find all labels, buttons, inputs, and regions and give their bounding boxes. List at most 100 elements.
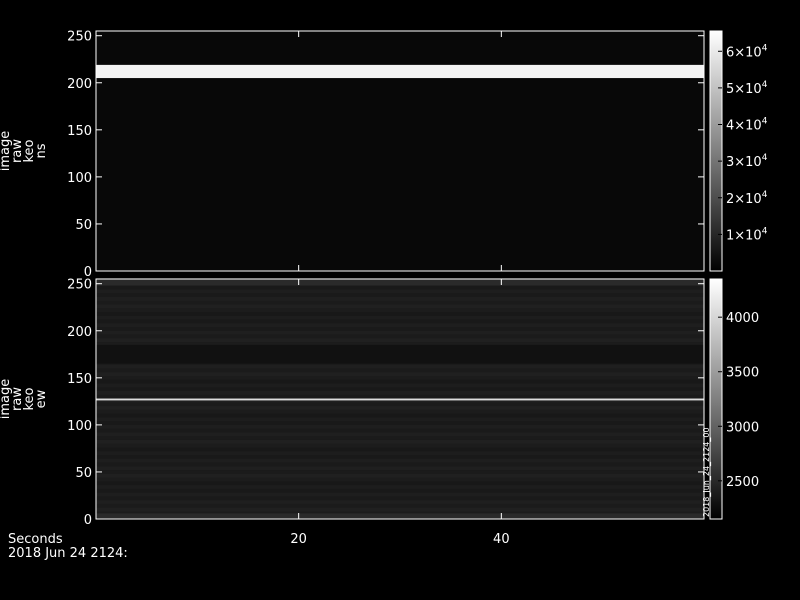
y-tick-label: 100 — [67, 171, 92, 186]
heatmap-row — [96, 473, 704, 478]
x-axis-label: Seconds — [8, 532, 63, 547]
colorbar-tick-mantissa: 2×10 — [726, 192, 762, 207]
colorbar-tick-label: 6×104 — [726, 43, 768, 60]
heatmap-row — [96, 492, 704, 497]
heatmap-row — [96, 413, 704, 418]
heatmap-row — [96, 394, 704, 399]
x-tick-label: 40 — [493, 532, 510, 547]
y-tick-label: 0 — [84, 513, 92, 528]
heatmap-row — [96, 372, 704, 376]
heatmap-feature-band — [96, 513, 704, 519]
date-label: 2018 Jun 24 2124: — [8, 546, 128, 561]
heatmap-row — [96, 421, 704, 425]
heatmap-row — [96, 428, 704, 433]
colorbar-tick-mantissa: 1×10 — [726, 228, 762, 243]
heatmap-row — [96, 507, 704, 512]
vertical-note: 2018_Jun_24_2124_00 — [702, 427, 711, 517]
heatmap-row — [96, 409, 704, 414]
heatmap-row — [96, 308, 704, 312]
heatmap-row — [96, 496, 704, 501]
heatmap-row — [96, 451, 704, 455]
heatmap-row — [96, 300, 704, 305]
heatmap-row — [96, 387, 704, 391]
heatmap-row — [96, 424, 704, 429]
y-tick-label: 250 — [67, 278, 92, 293]
colorbar-tick-label: 3×104 — [726, 153, 768, 170]
keogram-panel-1: 050100150200250imagerawkeons1×1042×1043×… — [0, 30, 768, 280]
colorbar-tick-label: 4×104 — [726, 117, 768, 134]
heatmap-feature-band — [96, 344, 704, 364]
heatmap-row — [96, 406, 704, 410]
heatmap-row — [96, 304, 704, 309]
heatmap-row — [96, 285, 704, 290]
keogram-panel-2: 05010015020025020 40imagerawkeoew25003000… — [0, 278, 759, 547]
x-tick-label: 20 — [290, 532, 307, 547]
heatmap-row — [96, 319, 704, 324]
heatmap-row — [96, 368, 704, 373]
heatmap-row — [96, 364, 704, 369]
colorbar-tick-mantissa: 4×10 — [726, 119, 762, 134]
colorbar-tick-exponent: 4 — [762, 226, 768, 236]
y-tick-label: 100 — [67, 419, 92, 434]
y-tick-label: 200 — [67, 77, 92, 92]
colorbar — [709, 278, 723, 520]
heatmap-row — [96, 436, 704, 440]
heatmap-row — [96, 375, 704, 380]
heatmap-row — [96, 477, 704, 482]
heatmap-row — [96, 327, 704, 331]
heatmap-row — [96, 485, 704, 489]
heatmap-row — [96, 323, 704, 327]
y-tick-label: 50 — [75, 218, 92, 233]
heatmap-row — [96, 439, 704, 444]
colorbar-tick-mantissa: 3000 — [726, 420, 759, 435]
y-tick-label: 200 — [67, 325, 92, 340]
colorbar-tick-label: 5×104 — [726, 80, 768, 97]
colorbar-tick-mantissa: 3500 — [726, 366, 759, 381]
heatmap-row — [96, 379, 704, 384]
heatmap-row — [96, 311, 704, 316]
keogram-figure: 050100150200250imagerawkeons1×1042×1043×… — [0, 0, 800, 600]
heatmap-row — [96, 334, 704, 339]
colorbar — [709, 30, 723, 272]
heatmap-row — [96, 500, 704, 504]
colorbar-tick-label: 3000 — [726, 420, 759, 435]
heatmap-row — [96, 391, 704, 395]
heatmap-row — [96, 330, 704, 335]
heatmap-row — [96, 432, 704, 437]
colorbar-tick-label: 2×104 — [726, 190, 768, 207]
heatmap-row — [96, 338, 704, 343]
heatmap-feature-band — [96, 279, 704, 286]
heatmap-row — [96, 443, 704, 448]
heatmap-row — [96, 466, 704, 471]
colorbar-tick-label: 3500 — [726, 366, 759, 381]
y-axis-label-word: ns — [34, 143, 49, 158]
heatmap-row — [96, 296, 704, 301]
colorbar-tick-label: 1×104 — [726, 226, 768, 243]
heatmap-row — [96, 402, 704, 407]
colorbar-tick-mantissa: 3×10 — [726, 155, 762, 170]
y-tick-label: 50 — [75, 466, 92, 481]
heatmap-row — [96, 417, 704, 422]
heatmap-row — [96, 447, 704, 452]
colorbar-tick-mantissa: 5×10 — [726, 82, 762, 97]
colorbar-tick-exponent: 4 — [762, 190, 768, 200]
heatmap-feature-bright-line — [96, 398, 704, 401]
colorbar-tick-label: 4000 — [726, 311, 759, 326]
y-tick-label: 250 — [67, 30, 92, 45]
colorbar-tick-label: 2500 — [726, 475, 759, 490]
colorbar-tick-exponent: 4 — [762, 117, 768, 127]
heatmap-row — [96, 462, 704, 467]
heatmap-row — [96, 503, 704, 508]
heatmap-row — [96, 458, 704, 463]
colorbar-tick-exponent: 4 — [762, 153, 768, 163]
heatmap-row — [96, 293, 704, 297]
colorbar-tick-mantissa: 2500 — [726, 475, 759, 490]
heatmap-row — [96, 289, 704, 294]
colorbar-tick-mantissa: 6×10 — [726, 45, 762, 60]
heatmap-row — [96, 481, 704, 486]
colorbar-tick-exponent: 4 — [762, 80, 768, 90]
heatmap-row — [96, 455, 704, 459]
heatmap-row — [96, 315, 704, 320]
heatmap-feature-bright-band — [96, 64, 704, 79]
heatmap-row — [96, 383, 704, 388]
